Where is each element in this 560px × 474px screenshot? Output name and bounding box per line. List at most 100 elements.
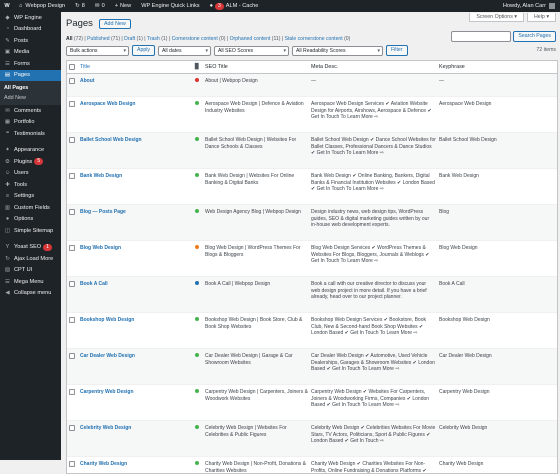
sidebar-item-options[interactable]: ● Options: [0, 214, 61, 226]
admin-bar-new[interactable]: + New: [110, 0, 136, 12]
page-title-link[interactable]: Ballet School Web Design: [77, 133, 192, 144]
view-cornerstone[interactable]: Cornerstone content: [172, 36, 218, 42]
sidebar-item-add-new[interactable]: Add New: [0, 93, 61, 103]
page-title-link[interactable]: Bookshop Web Design: [77, 313, 192, 324]
score-dot-icon: [195, 137, 199, 141]
sidebar-item-users[interactable]: ☺ Users: [0, 168, 61, 180]
view-orphaned-count: (11): [271, 36, 281, 42]
screen-options-button[interactable]: Screen Options ▾: [469, 13, 524, 22]
view-trash[interactable]: Trash: [147, 36, 160, 42]
page-title-link[interactable]: Blog Web Design: [77, 241, 192, 252]
page-title-link[interactable]: Carpentry Web Design: [77, 385, 192, 396]
select-all-checkbox[interactable]: [69, 64, 75, 70]
sidebar-item-all-pages[interactable]: All Pages: [0, 83, 61, 93]
sidebar-item-label: Settings: [14, 193, 35, 200]
sidebar-item-dashboard[interactable]: ◔ Dashboard: [0, 24, 61, 36]
sidebar-item-cpt-ui[interactable]: ▧ CPT UI: [0, 265, 61, 277]
add-new-button[interactable]: Add New: [98, 18, 131, 29]
wordpress-logo-icon[interactable]: W: [0, 0, 14, 12]
sidebar-item-plugins[interactable]: ⚙ Plugins 5: [0, 156, 61, 168]
meta-desc-cell: Book a call with our creative director t…: [311, 281, 427, 301]
row-checkbox[interactable]: [69, 173, 75, 179]
admin-bar-site[interactable]: ⌂ Webpop Design: [14, 0, 70, 12]
readability-select[interactable]: All Readability Scores: [291, 45, 383, 56]
score-dot-icon: [195, 245, 199, 249]
view-orphaned[interactable]: Orphaned content: [230, 36, 271, 42]
admin-bar-wpengine[interactable]: WP Engine Quick Links: [136, 0, 204, 12]
row-checkbox[interactable]: [69, 78, 75, 84]
sidebar-item-simple-sitemap[interactable]: ◫ Simple Sitemap: [0, 225, 61, 237]
sidebar-item-collapse-menu[interactable]: ◀ Collapse menu: [0, 288, 61, 300]
page-title-link[interactable]: Book A Call: [77, 277, 192, 288]
page-title-link[interactable]: Car Dealer Web Design: [77, 349, 192, 360]
row-checkbox[interactable]: [69, 245, 75, 251]
row-checkbox[interactable]: [69, 425, 75, 431]
sidebar-item-label: Tools: [14, 181, 28, 188]
sidebar-item-comments[interactable]: ✉ Comments: [0, 105, 61, 117]
sidebar-item-ajax-load-more[interactable]: ↻ Ajax Load More: [0, 253, 61, 265]
sidebar-item-posts[interactable]: ✎ Posts: [0, 35, 61, 47]
view-all[interactable]: All: [66, 36, 73, 42]
row-checkbox[interactable]: [69, 353, 75, 359]
meta-desc-cell: Car Dealer Web Design ✔ Automotive, Used…: [311, 353, 435, 373]
view-stale[interactable]: Stale cornerstone content: [285, 36, 343, 42]
row-checkbox-cell: [67, 97, 77, 107]
view-published[interactable]: Published: [87, 36, 109, 42]
row-checkbox[interactable]: [69, 461, 75, 467]
admin-bar-alm[interactable]: ● 3 ALM - Cache: [205, 0, 264, 12]
row-checkbox[interactable]: [69, 137, 75, 143]
sidebar-item-appearance[interactable]: ✦ Appearance: [0, 145, 61, 157]
sidebar-item-custom-fields[interactable]: ▥ Custom Fields: [0, 202, 61, 214]
sidebar-item-mega-menu[interactable]: ☰ Mega Menu: [0, 276, 61, 288]
updates-icon: ↻: [75, 3, 80, 9]
home-icon: ⌂: [19, 3, 23, 9]
search-input[interactable]: [451, 31, 512, 42]
table-row: Bank Web Design Bank Web Design | Website…: [67, 169, 557, 205]
help-button[interactable]: Help ▾: [526, 13, 556, 22]
table-row: Ballet School Web Design Ballet School We…: [67, 133, 557, 169]
row-checkbox[interactable]: [69, 389, 75, 395]
sidebar-item-testimonials[interactable]: ❝ Testimonials: [0, 128, 61, 140]
sidebar-item-yoast-seo[interactable]: Y Yoast SEO 1: [0, 242, 61, 254]
sidebar-item-portfolio[interactable]: ▦ Portfolio: [0, 117, 61, 129]
admin-bar-account[interactable]: Howdy, Alan Carr: [498, 0, 560, 12]
comment-icon: ✉: [94, 3, 100, 9]
seo-score-dot: [192, 385, 202, 396]
sidebar-item-pages[interactable]: ▤ Pages: [0, 69, 61, 81]
admin-bar-comments[interactable]: ✉ 0: [90, 0, 110, 12]
seo-scores-select[interactable]: All SEO Scores: [213, 45, 289, 56]
table-body: About About | Webpop Design — — Aerospace We…: [67, 74, 557, 473]
page-title-link[interactable]: About: [77, 74, 192, 85]
page-title-link[interactable]: Blog — Posts Page: [77, 205, 192, 216]
sidebar-item-media[interactable]: ▣ Media: [0, 47, 61, 59]
keyphrase-cell: Bank Web Design: [439, 173, 479, 179]
page-title-link[interactable]: Celebrity Web Design: [77, 421, 192, 432]
page-title-link[interactable]: Charity Web Design: [77, 457, 192, 468]
view-draft[interactable]: Draft: [124, 36, 135, 42]
page-title-link[interactable]: Bank Web Design: [77, 169, 192, 180]
row-checkbox[interactable]: [69, 317, 75, 323]
page-title-link[interactable]: Aerospace Web Design: [77, 97, 192, 108]
seo-title-cell: Car Dealer Web Design | Garage & Car Sho…: [205, 353, 293, 366]
admin-bar-updates[interactable]: ↻ 8: [70, 0, 90, 12]
bulk-actions-select[interactable]: Bulk actions: [66, 45, 129, 56]
appearance-icon: ✦: [5, 147, 10, 154]
sidebar-item-wp-engine[interactable]: ◆ WP Engine: [0, 12, 61, 24]
admin-sidebar: ◆ WP Engine ◔ Dashboard ✎ Posts ▣ Media ☰ Forms ▤ P…: [0, 12, 61, 460]
sidebar-item-label: WP Engine: [14, 14, 42, 21]
mega-menu-icon: ☰: [5, 278, 10, 285]
row-checkbox[interactable]: [69, 281, 75, 287]
row-checkbox[interactable]: [69, 209, 75, 215]
dates-select[interactable]: All dates: [157, 45, 211, 56]
apply-button[interactable]: Apply: [132, 45, 155, 56]
sidebar-item-tools[interactable]: ✚ Tools: [0, 179, 61, 191]
column-title[interactable]: Title: [77, 64, 192, 70]
page-title: Pages: [66, 18, 93, 29]
filter-button[interactable]: Filter: [385, 45, 408, 56]
row-checkbox[interactable]: [69, 101, 75, 107]
meta-desc-cell: Blog Web Design Services ✔ WordPress The…: [311, 245, 430, 265]
sidebar-item-forms[interactable]: ☰ Forms: [0, 58, 61, 70]
keyphrase-cell: Blog Web Design: [439, 245, 478, 251]
sidebar-item-settings[interactable]: ≡ Settings: [0, 191, 61, 203]
search-pages-button[interactable]: Search Pages: [513, 31, 556, 42]
